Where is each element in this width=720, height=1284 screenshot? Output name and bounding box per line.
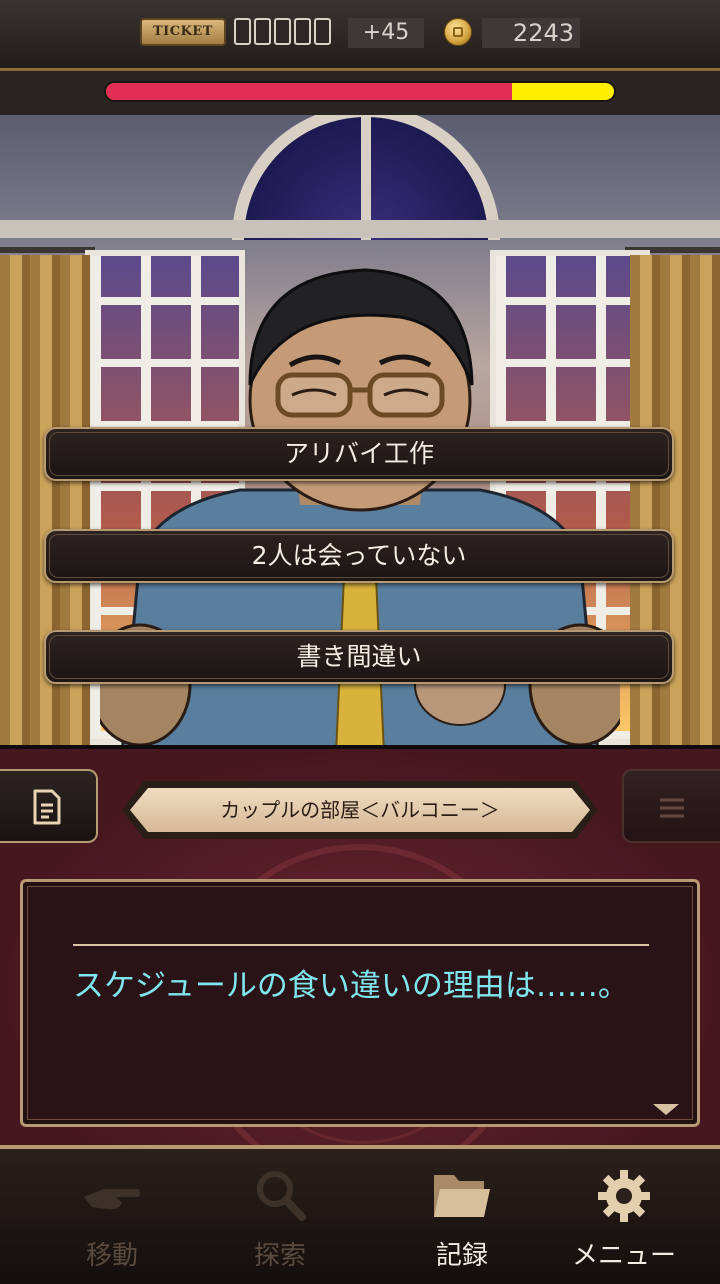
location-name: カップルの部屋＜バルコニー＞	[130, 788, 590, 832]
nav-label: 移動	[85, 1241, 138, 1271]
ticket-slot	[274, 18, 291, 45]
triangle-down-icon[interactable]	[653, 1104, 679, 1115]
ticket-count: +45	[348, 18, 424, 48]
ticket-slots	[234, 18, 331, 45]
gear-icon	[598, 1170, 650, 1222]
dialog-text: スケジュールの食い違いの理由は……。	[73, 968, 629, 1004]
hand-pointing-icon	[84, 1189, 140, 1210]
nav-item-menu[interactable]: メニュー	[534, 1149, 714, 1284]
choice-button[interactable]: 2人は会っていない	[44, 529, 674, 583]
wall-band	[0, 220, 720, 238]
nav-label: 記録	[435, 1241, 488, 1271]
nav-item-search[interactable]: 探索	[190, 1149, 370, 1284]
health-fill	[106, 83, 513, 100]
notes-button[interactable]	[0, 769, 98, 843]
ticket-slot	[234, 18, 251, 45]
dialog-box[interactable]: スケジュールの食い違いの理由は……。	[20, 879, 700, 1127]
ticket-slot	[254, 18, 271, 45]
curtain-rod	[0, 247, 95, 253]
nav-item-record[interactable]: 記録	[372, 1149, 552, 1284]
nav-label: メニュー	[571, 1241, 676, 1271]
choice-button[interactable]: アリバイ工作	[44, 427, 674, 481]
coin-count: 2243	[482, 18, 580, 48]
choice-button[interactable]: 書き間違い	[44, 630, 674, 684]
magnifier-icon	[257, 1171, 306, 1221]
nav-item-move[interactable]: 移動	[22, 1149, 202, 1284]
health-bar	[106, 83, 614, 100]
document-icon	[33, 789, 61, 825]
location-plate: カップルの部屋＜バルコニー＞	[122, 781, 598, 839]
ticket-slot	[314, 18, 331, 45]
bottom-nav: 移動 探索 記録 メニュー	[0, 1145, 720, 1284]
nav-label: 探索	[253, 1241, 306, 1271]
ticket-badge: TICKET	[140, 18, 226, 46]
story-panel: カップルの部屋＜バルコニー＞ スケジュールの食い違いの理由は……。	[0, 745, 720, 1184]
coin-icon	[444, 18, 472, 46]
list-button[interactable]	[622, 769, 720, 843]
folder-icon	[434, 1175, 490, 1217]
ticket-slot	[294, 18, 311, 45]
dialog-divider	[73, 944, 649, 946]
list-icon	[660, 798, 684, 818]
health-track	[0, 71, 720, 115]
top-hud: TICKET +45 2243	[0, 0, 720, 71]
scene-background: アリバイ工作 2人は会っていない 書き間違い	[0, 115, 720, 745]
